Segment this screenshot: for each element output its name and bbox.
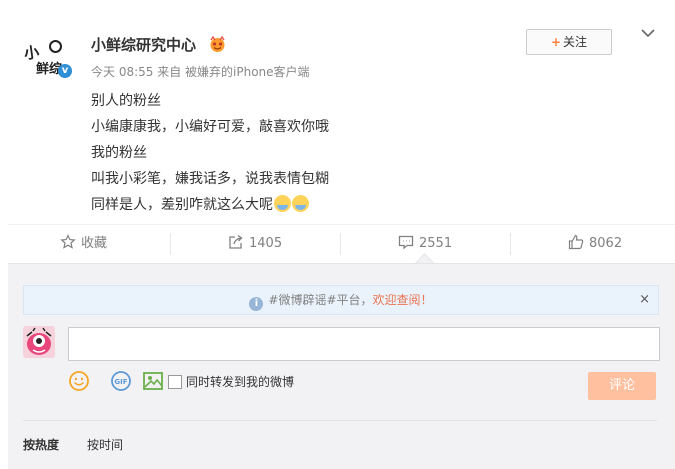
post-meta: 今天 08:55 来自 被嫌弃的iPhone客户端 <box>91 65 310 79</box>
content-line: 小编康康我，小编好可爱，敲喜欢你哦 <box>91 119 329 135</box>
panel-divider <box>23 420 657 421</box>
emoji-icon[interactable] <box>68 370 90 392</box>
plus-icon: + <box>550 35 562 49</box>
comment-input[interactable] <box>68 327 660 361</box>
content-line-last: 同样是人，差别咋就这么大呢 <box>91 192 329 218</box>
comment-panel: i #微博辟谣#平台，欢迎查阅！ × GIF 同时转发到我的微博 评论 按热度 … <box>8 263 675 469</box>
like-button[interactable]: 8062 <box>568 225 622 263</box>
like-count: 8062 <box>589 236 623 251</box>
favorite-label: 收藏 <box>81 236 108 251</box>
favorite-button[interactable]: 收藏 <box>60 225 107 263</box>
submit-comment-button[interactable]: 评论 <box>588 372 656 400</box>
author-name[interactable]: 小鲜综研究中心 <box>91 34 196 55</box>
fan-badge-icon <box>210 36 225 52</box>
star-icon <box>60 234 76 249</box>
weibo-post-card: 小 鲜综 v 小鲜综研究中心 今天 08:55 来自 被嫌弃的iPhone客户端… <box>0 0 675 469</box>
follow-label: 关注 <box>563 35 588 49</box>
smile-emoji-icon <box>274 195 291 212</box>
info-icon: i <box>249 297 264 311</box>
smile-emoji-icon <box>292 195 309 212</box>
gif-icon[interactable]: GIF <box>110 370 132 392</box>
action-divider <box>510 233 511 255</box>
action-bar: 收藏 1405 2551 8062 <box>8 224 675 263</box>
notice-link[interactable]: 欢迎查阅！ <box>373 293 433 307</box>
my-avatar <box>23 326 55 358</box>
repost-checkbox[interactable] <box>168 375 182 389</box>
repost-count: 1405 <box>249 236 283 251</box>
repost-button[interactable]: 1405 <box>228 225 282 263</box>
image-icon[interactable] <box>142 370 164 392</box>
post-content: 别人的粉丝 小编康康我，小编好可爱，敲喜欢你哦 我的粉丝 叫我小彩笔，嫌我话多，… <box>91 88 329 218</box>
comment-count: 2551 <box>419 236 453 251</box>
sort-by-time[interactable]: 按时间 <box>87 436 123 453</box>
repost-label[interactable]: 同时转发到我的微博 <box>186 373 294 390</box>
thumb-up-icon <box>568 234 584 250</box>
action-divider <box>340 233 341 255</box>
content-line: 别人的粉丝 <box>91 93 161 109</box>
avatar-cartoon-icon <box>26 327 52 355</box>
verified-icon: v <box>58 64 72 78</box>
sort-by-heat[interactable]: 按热度 <box>23 436 59 453</box>
chevron-down-icon[interactable] <box>641 28 655 38</box>
action-divider <box>170 233 171 255</box>
close-icon[interactable]: × <box>639 286 650 314</box>
content-line: 我的粉丝 <box>91 145 147 161</box>
follow-button[interactable]: + 关注 <box>526 29 612 55</box>
rumor-notice: i #微博辟谣#平台，欢迎查阅！ × <box>23 285 659 315</box>
notice-text: #微博辟谣#平台， <box>268 293 373 307</box>
gif-label: GIF <box>114 378 127 386</box>
content-line: 叫我小彩笔，嫌我话多，说我表情包糊 <box>91 171 329 187</box>
comment-icon <box>398 235 414 250</box>
avatar-eye-icon <box>49 40 62 53</box>
content-line-text: 同样是人，差别咋就这么大呢 <box>91 197 273 213</box>
repost-icon <box>229 234 243 249</box>
